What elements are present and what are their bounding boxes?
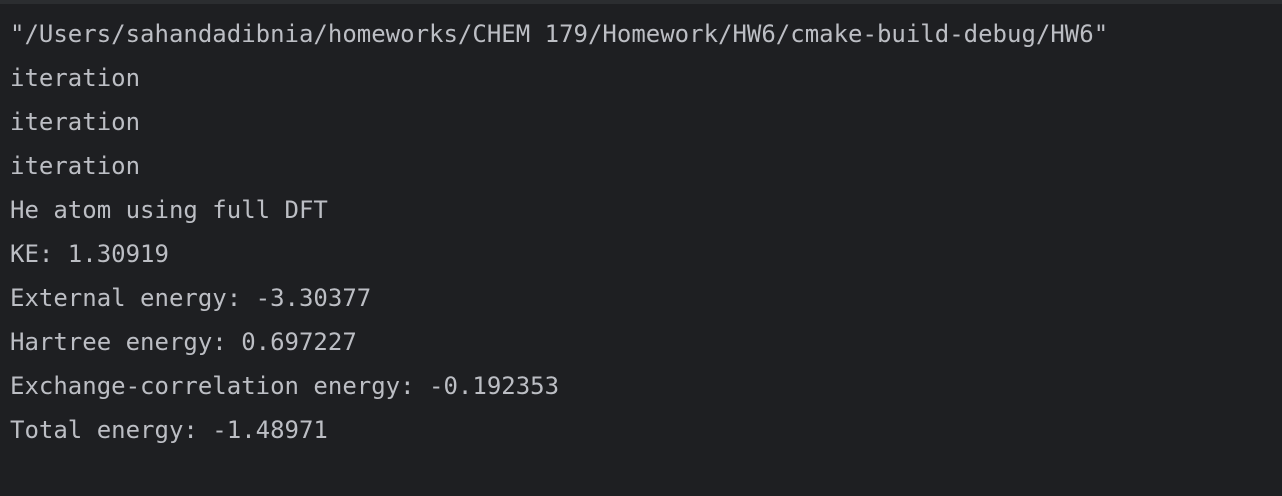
console-line-total-energy: Total energy: -1.48971 — [10, 416, 328, 444]
console-line-iteration-1: iteration — [10, 64, 141, 92]
console-line-xc-energy: Exchange-correlation energy: -0.192353 — [10, 372, 560, 400]
console-line-iteration-3: iteration — [10, 152, 141, 180]
console-line-hartree-energy: Hartree energy: 0.697227 — [10, 328, 357, 356]
console-top-border — [0, 0, 1282, 4]
console-line-external-energy: External energy: -3.30377 — [10, 284, 372, 312]
run-console-output[interactable]: "/Users/sahandadibnia/homeworks/CHEM 179… — [0, 0, 1282, 496]
console-line-iteration-2: iteration — [10, 108, 141, 136]
console-line-command-path: "/Users/sahandadibnia/homeworks/CHEM 179… — [10, 20, 1109, 48]
console-line-kinetic-energy: KE: 1.30919 — [10, 240, 169, 268]
console-line-title: He atom using full DFT — [10, 196, 328, 224]
